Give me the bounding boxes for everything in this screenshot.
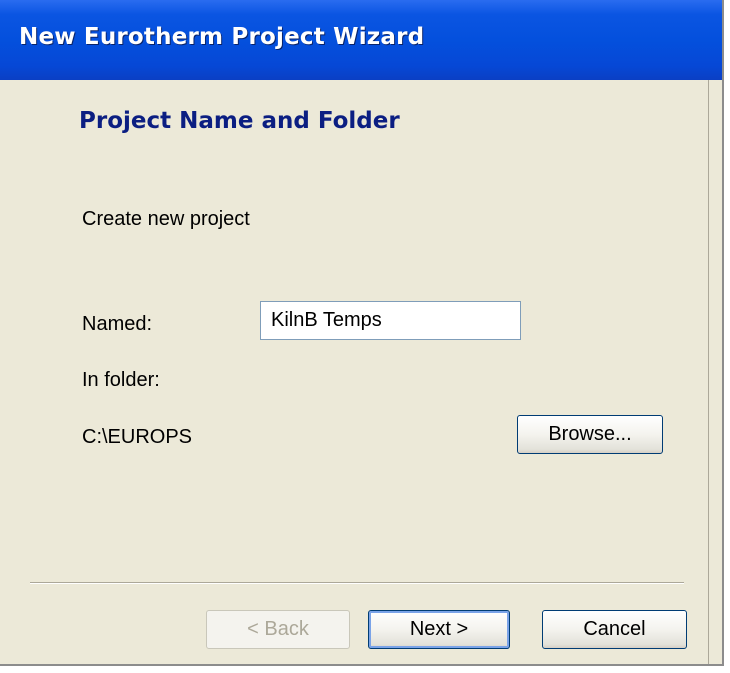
wizard-window: New Eurotherm Project Wizard Project Nam…: [0, 0, 724, 666]
intro-text: Create new project: [82, 208, 250, 230]
folder-label: In folder:: [82, 369, 160, 391]
wizard-page: Project Name and Folder Create new proje…: [0, 80, 722, 664]
page-right-border: [708, 80, 709, 664]
project-name-input[interactable]: [260, 301, 521, 340]
title-bar[interactable]: New Eurotherm Project Wizard: [0, 0, 722, 80]
folder-path: C:\EUROPS: [82, 426, 193, 448]
back-button[interactable]: < Back: [206, 610, 350, 649]
named-label: Named:: [82, 313, 153, 335]
cancel-button[interactable]: Cancel: [542, 610, 687, 649]
window-title: New Eurotherm Project Wizard: [19, 24, 425, 50]
separator-line: [30, 582, 684, 584]
next-button[interactable]: Next >: [368, 610, 510, 649]
page-heading: Project Name and Folder: [79, 108, 400, 134]
browse-button[interactable]: Browse...: [517, 415, 663, 454]
